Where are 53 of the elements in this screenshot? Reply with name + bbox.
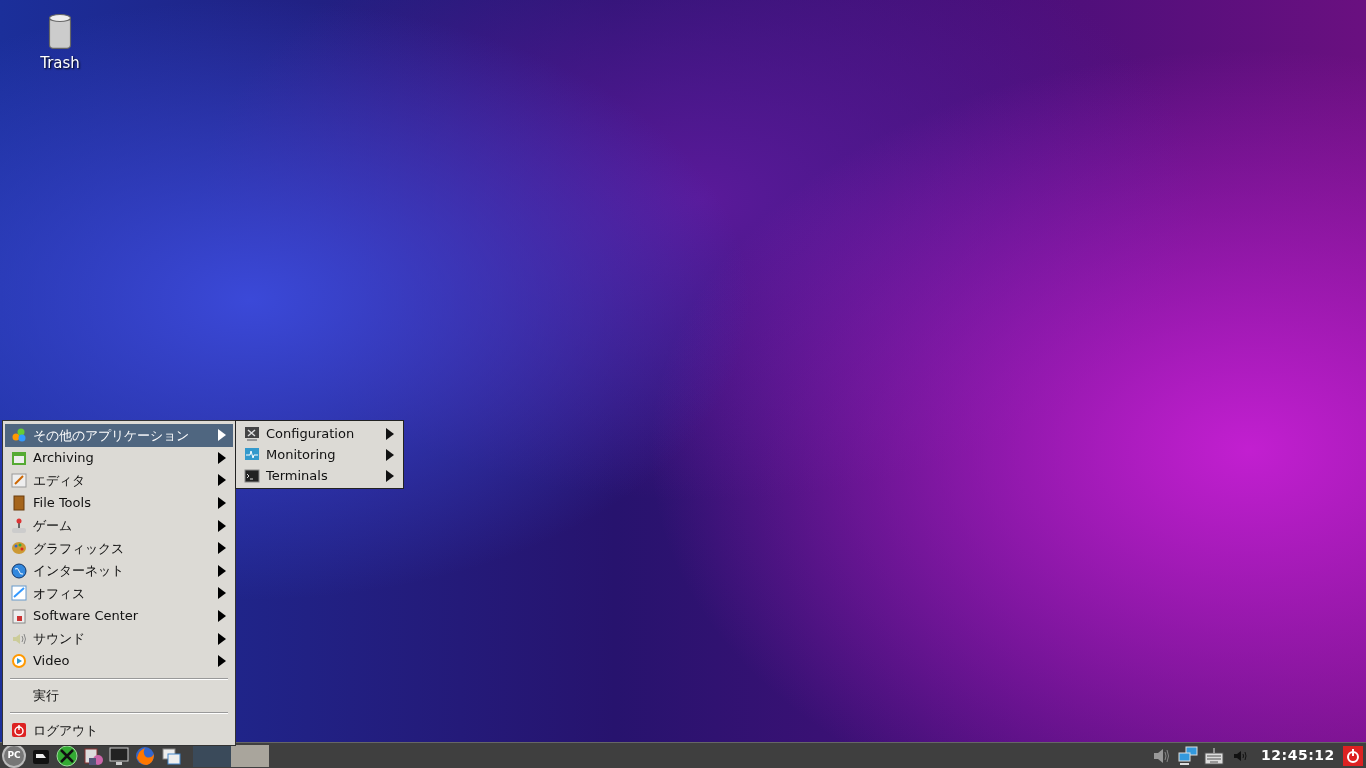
globe-icon[interactable] [134, 744, 156, 767]
arrow-icon [217, 449, 227, 466]
terminal-icon [244, 467, 260, 484]
arrow-icon [217, 472, 227, 489]
menu-item[interactable]: Configuration [238, 423, 401, 444]
menu-item[interactable]: Monitoring [238, 444, 401, 465]
globe-icon [11, 562, 27, 579]
arrow-icon [217, 495, 227, 512]
arrow-icon [385, 446, 395, 463]
desktop-switcher[interactable] [230, 744, 269, 767]
menu-item[interactable]: グラフィックス [5, 536, 233, 560]
icon-label: Trash [39, 53, 81, 74]
arrow-icon [217, 562, 227, 579]
menu-item[interactable]: オフィス [5, 582, 233, 605]
play-icon [11, 653, 27, 670]
menu-item[interactable]: Archiving [5, 446, 233, 470]
menu-item[interactable]: サウンド [5, 627, 233, 650]
colored-dots-icon [11, 427, 27, 444]
power-icon[interactable] [1342, 744, 1364, 767]
network-computers-icon[interactable] [1176, 744, 1199, 767]
menu-item[interactable]: その他のアプリケーション [5, 424, 233, 447]
menu-item[interactable]: Video [5, 649, 233, 673]
package-icon [11, 608, 27, 625]
arrow-icon [217, 427, 227, 444]
palette-icon [11, 540, 27, 557]
arrow-icon [385, 425, 395, 442]
arrow-icon [217, 653, 227, 670]
desktop-switcher[interactable] [192, 744, 231, 767]
menu-item[interactable]: Software Center [5, 604, 233, 628]
box-icon [11, 495, 27, 512]
arrow-icon [385, 467, 395, 484]
menu-item[interactable]: File Tools [5, 491, 233, 515]
arrow-icon [217, 630, 227, 647]
clock[interactable]: 12:45:12 [1261, 745, 1335, 766]
trash-desktop-icon[interactable]: Trash [30, 12, 90, 75]
document-icon [11, 585, 27, 602]
menu-item[interactable]: ゲーム [5, 514, 233, 537]
pencil-icon [11, 472, 27, 489]
menu-item[interactable]: Terminals [238, 465, 401, 486]
archive-icon [11, 449, 27, 466]
joystick-icon [11, 517, 27, 534]
pulse-icon [244, 446, 260, 463]
arrow-icon [217, 517, 227, 534]
menu-item[interactable]: ログアウト [5, 719, 233, 742]
menu-item[interactable]: エディタ [5, 469, 233, 492]
arrow-icon [217, 585, 227, 602]
power-icon [11, 722, 27, 739]
arrow-icon [217, 608, 227, 625]
monitor-icon[interactable] [108, 744, 130, 767]
arrow-icon [217, 540, 227, 557]
menu-item[interactable]: 実行 [5, 684, 233, 708]
trash-can-icon [46, 12, 74, 52]
menu-item[interactable]: インターネット [5, 559, 233, 583]
